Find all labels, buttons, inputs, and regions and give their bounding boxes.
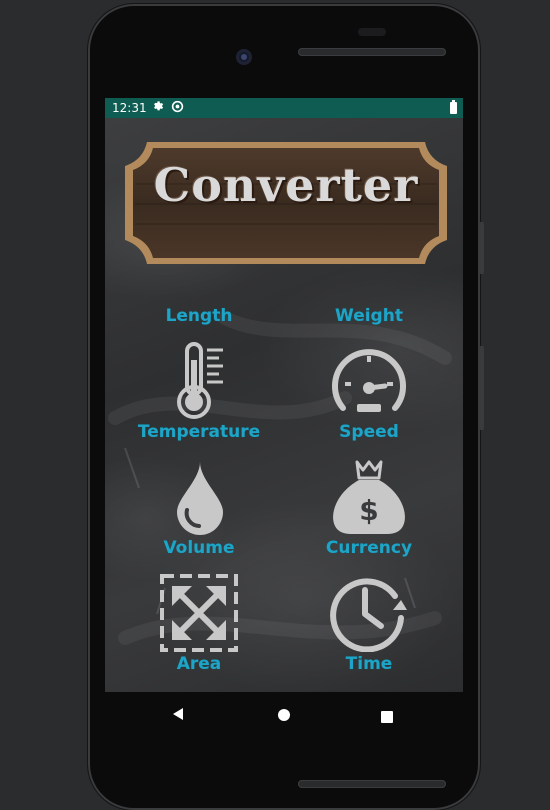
earpiece-speaker: [298, 48, 446, 56]
home-circle-icon[interactable]: [277, 707, 291, 726]
chalkboard-background: Converter Length Weight Temperature Spee…: [105, 118, 463, 692]
back-triangle-icon[interactable]: [171, 706, 187, 726]
area-button[interactable]: Area: [129, 574, 269, 682]
sync-icon: [171, 100, 184, 116]
length-label: Length: [165, 306, 233, 326]
area-label: Area: [176, 654, 222, 674]
power-button: [479, 346, 484, 430]
front-camera: [236, 49, 252, 65]
volume-label: Volume: [163, 538, 235, 558]
expand-arrows-icon: [160, 574, 238, 656]
currency-label: Currency: [325, 538, 413, 558]
temperature-button[interactable]: Temperature: [129, 342, 269, 450]
status-time: 12:31: [112, 101, 147, 115]
app-screen: 12:31 Converter Length Weight Temperatur…: [105, 98, 463, 692]
navigation-bar: [105, 692, 463, 738]
length-button[interactable]: Length: [129, 302, 269, 332]
time-button[interactable]: Time: [299, 574, 439, 682]
time-label: Time: [345, 654, 393, 674]
speed-label: Speed: [339, 422, 399, 442]
proximity-sensor: [358, 28, 386, 36]
battery-icon: [450, 100, 457, 114]
recents-square-icon[interactable]: [381, 708, 393, 727]
water-drop-icon: [175, 460, 225, 540]
svg-text:$: $: [359, 494, 378, 527]
volume-button: [479, 222, 484, 274]
speed-button[interactable]: Speed: [299, 342, 439, 450]
money-bag-icon: $: [329, 458, 409, 540]
thermometer-icon: [171, 342, 231, 424]
clock-icon: [329, 574, 409, 656]
weight-label: Weight: [335, 306, 403, 326]
temperature-label: Temperature: [137, 422, 261, 442]
volume-button[interactable]: Volume: [129, 458, 269, 566]
currency-button[interactable]: $ Currency: [299, 458, 439, 566]
bottom-speaker: [298, 780, 446, 788]
gear-icon: [152, 100, 164, 115]
weight-button[interactable]: Weight: [299, 302, 439, 332]
speedometer-icon: [329, 346, 409, 422]
converter-sign: Converter: [125, 136, 447, 270]
status-bar: 12:31: [105, 98, 463, 118]
app-title: Converter: [153, 158, 419, 212]
